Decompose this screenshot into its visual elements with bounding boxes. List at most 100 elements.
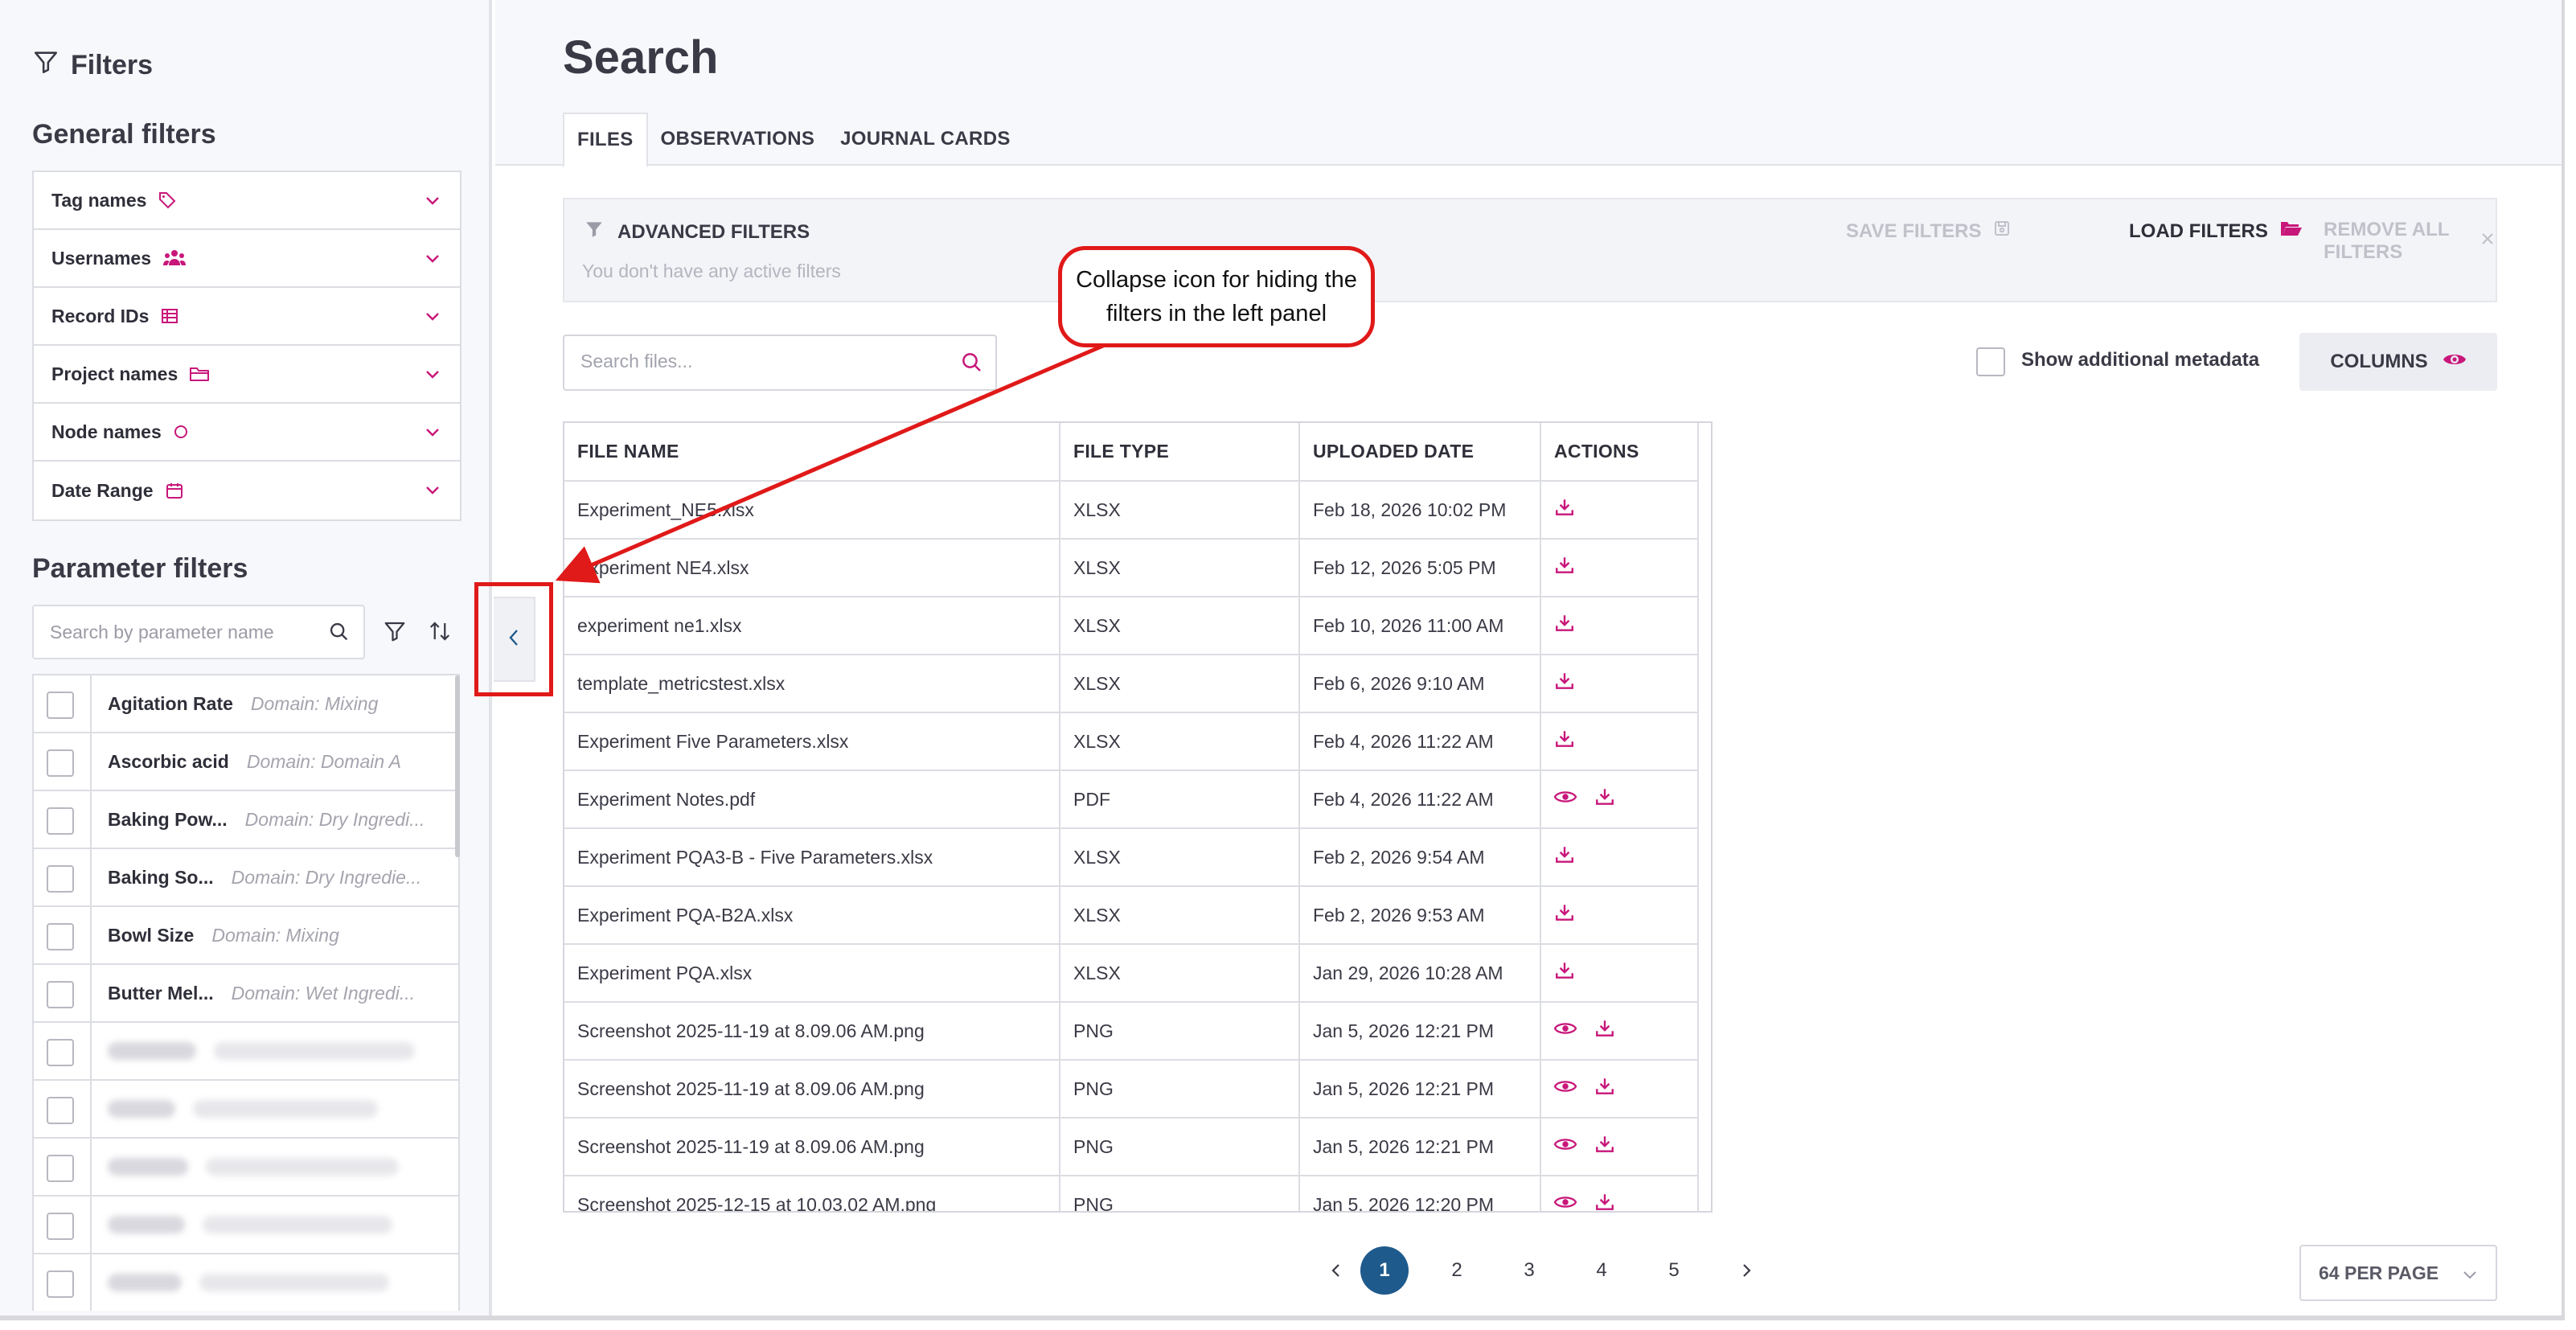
files-table: FILE NAME FILE TYPE UPLOADED DATE ACTION…	[564, 423, 1699, 1211]
table-row[interactable]: Screenshot 2025-12-15 at 10.03.02 AM.png…	[564, 1176, 1699, 1211]
download-icon[interactable]	[1594, 786, 1615, 812]
parameter-filters-title: Parameter filters	[32, 553, 248, 584]
eye-icon[interactable]	[1553, 1135, 1577, 1158]
download-icon[interactable]	[1554, 613, 1575, 638]
table-row[interactable]: Experiment Notes.pdf PDF Feb 4, 2026 11:22…	[564, 770, 1699, 829]
page-4-button[interactable]: 4	[1577, 1246, 1626, 1295]
previous-page-button[interactable]	[1312, 1246, 1360, 1295]
column-header-uploaded-date[interactable]: UPLOADED DATE	[1299, 423, 1541, 482]
show-metadata-checkbox[interactable]	[1976, 347, 2005, 376]
files-table-body: Experiment_NE5.xlsx XLSX Feb 18, 2026 10:0…	[564, 481, 1699, 1211]
table-row[interactable]: Experiment_NE5.xlsx XLSX Feb 18, 2026 10:0…	[564, 481, 1699, 540]
filter-icon[interactable]	[383, 619, 407, 647]
parameter-checkbox[interactable]	[47, 1270, 74, 1298]
table-row[interactable]: Experiment Five Parameters.xlsx XLSX Feb 4…	[564, 712, 1699, 771]
search-icon[interactable]	[328, 621, 351, 647]
tab-journal-cards[interactable]: JOURNAL CARDS	[827, 113, 1023, 166]
eye-icon[interactable]	[1553, 1078, 1577, 1100]
table-row[interactable]: Screenshot 2025-11-19 at 8.09.06 AM.png P…	[564, 1118, 1699, 1176]
parameter-checkbox[interactable]	[47, 692, 74, 719]
parameter-row[interactable]: Butter Mel... Domain: Wet Ingredi...	[34, 963, 458, 1021]
parameter-checkbox[interactable]	[47, 923, 74, 950]
filter-date-range[interactable]: Date Range	[34, 462, 460, 519]
parameter-row-blurred[interactable]	[34, 1195, 458, 1253]
advanced-filters-header[interactable]: ADVANCED FILTERS	[584, 219, 810, 245]
next-page-button[interactable]	[1722, 1246, 1770, 1295]
download-icon[interactable]	[1594, 1018, 1615, 1044]
parameter-row[interactable]: Bowl Size Domain: Mixing	[34, 905, 458, 963]
download-icon[interactable]	[1554, 902, 1575, 928]
table-row[interactable]: Screenshot 2025-11-19 at 8.09.06 AM.png P…	[564, 1060, 1699, 1119]
filter-record-ids[interactable]: Record IDs	[34, 288, 460, 346]
download-icon[interactable]	[1594, 1134, 1615, 1160]
filter-project-names[interactable]: Project names	[34, 346, 460, 404]
filter-node-names[interactable]: Node names	[34, 404, 460, 462]
page-5-button[interactable]: 5	[1650, 1246, 1698, 1295]
parameter-row[interactable]: Baking So... Domain: Dry Ingredie...	[34, 848, 458, 905]
sort-icon[interactable]	[428, 619, 452, 647]
column-header-file-type[interactable]: FILE TYPE	[1060, 423, 1300, 482]
download-icon[interactable]	[1554, 671, 1575, 696]
parameter-row-blurred[interactable]	[34, 1253, 458, 1311]
download-icon[interactable]	[1554, 729, 1575, 754]
search-icon[interactable]	[960, 351, 984, 379]
parameter-name: Ascorbic acid	[108, 750, 229, 772]
chevron-down-icon[interactable]	[423, 423, 442, 447]
eye-icon[interactable]	[1553, 788, 1577, 811]
remove-all-filters-button[interactable]: REMOVE ALL FILTERS	[2324, 219, 2496, 264]
tab-files[interactable]: FILES	[563, 113, 648, 167]
eye-icon[interactable]	[1553, 1193, 1577, 1211]
parameter-row-blurred[interactable]	[34, 1021, 458, 1079]
per-page-select[interactable]: 64 PER PAGE	[2299, 1245, 2497, 1301]
download-icon[interactable]	[1554, 555, 1575, 581]
columns-button[interactable]: COLUMNS	[2299, 333, 2497, 391]
download-icon[interactable]	[1554, 960, 1575, 986]
tab-observations[interactable]: OBSERVATIONS	[648, 113, 828, 166]
download-icon[interactable]	[1554, 497, 1575, 523]
table-row[interactable]: template_metricstest.xlsx XLSX Feb 6, 2026…	[564, 655, 1699, 713]
filter-usernames[interactable]: Usernames	[34, 230, 460, 288]
page-1-button[interactable]: 1	[1360, 1246, 1409, 1295]
parameter-row[interactable]: Ascorbic acid Domain: Domain A	[34, 732, 458, 790]
save-filters-button[interactable]: SAVE FILTERS	[1846, 219, 2012, 244]
parameter-checkbox[interactable]	[47, 749, 74, 777]
download-icon[interactable]	[1554, 844, 1575, 870]
parameter-checkbox[interactable]	[47, 807, 74, 835]
chevron-down-icon[interactable]	[423, 249, 442, 273]
load-filters-button[interactable]: LOAD FILTERS	[2129, 219, 2303, 244]
parameter-search-field[interactable]	[32, 605, 365, 659]
parameter-row-blurred[interactable]	[34, 1079, 458, 1137]
file-search-input[interactable]	[580, 351, 934, 372]
parameter-search-input[interactable]	[50, 621, 315, 643]
page-3-button[interactable]: 3	[1505, 1246, 1553, 1295]
parameter-row-blurred[interactable]	[34, 1137, 458, 1195]
table-row[interactable]: experiment ne1.xlsx XLSX Feb 10, 2026 11:0…	[564, 597, 1699, 655]
parameter-checkbox[interactable]	[47, 981, 74, 1008]
chevron-down-icon[interactable]	[423, 307, 442, 331]
table-row[interactable]: Experiment NE4.xlsx XLSX Feb 12, 2026 5:05…	[564, 539, 1699, 597]
table-row[interactable]: Experiment PQA-B2A.xlsx XLSX Feb 2, 2026 9…	[564, 886, 1699, 945]
filter-tag-names[interactable]: Tag names	[34, 172, 460, 230]
left-panel-scrollbar[interactable]	[490, 0, 492, 941]
parameter-list-scrollbar[interactable]	[455, 675, 460, 857]
parameter-checkbox[interactable]	[47, 1213, 74, 1240]
download-icon[interactable]	[1594, 1192, 1615, 1211]
file-type-cell: XLSX	[1060, 944, 1300, 1003]
parameter-checkbox[interactable]	[47, 865, 74, 893]
table-row[interactable]: Screenshot 2025-11-19 at 8.09.06 AM.png P…	[564, 1002, 1699, 1061]
download-icon[interactable]	[1594, 1076, 1615, 1102]
table-row[interactable]: Experiment PQA.xlsx XLSX Jan 29, 2026 10:2…	[564, 944, 1699, 1003]
chevron-down-icon[interactable]	[423, 191, 442, 216]
page-2-button[interactable]: 2	[1433, 1246, 1481, 1295]
eye-icon[interactable]	[1553, 1020, 1577, 1042]
file-search-field[interactable]	[563, 335, 997, 391]
table-row[interactable]: Experiment PQA3-B - Five Parameters.xlsx…	[564, 828, 1699, 887]
column-header-file-name[interactable]: FILE NAME	[564, 423, 1060, 482]
parameter-row[interactable]: Agitation Rate Domain: Mixing	[34, 674, 458, 732]
parameter-checkbox[interactable]	[47, 1155, 74, 1182]
parameter-checkbox[interactable]	[47, 1097, 74, 1124]
chevron-down-icon[interactable]	[423, 481, 442, 505]
parameter-checkbox[interactable]	[47, 1039, 74, 1066]
parameter-row[interactable]: Baking Pow... Domain: Dry Ingredi...	[34, 790, 458, 848]
chevron-down-icon[interactable]	[423, 365, 442, 389]
